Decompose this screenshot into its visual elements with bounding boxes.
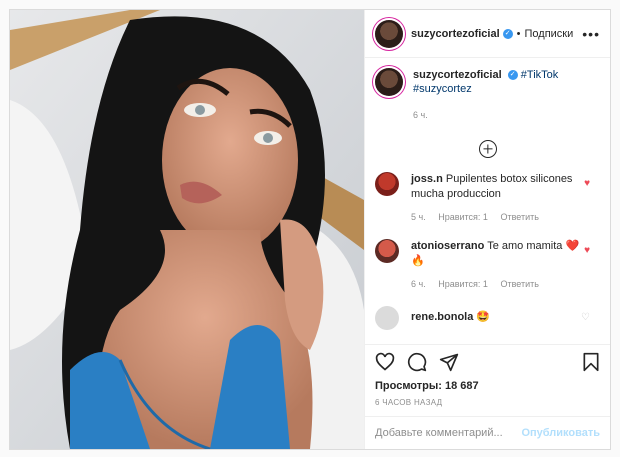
comment-reply-button[interactable]: Ответить [500, 279, 538, 289]
commenter-avatar[interactable] [375, 239, 399, 263]
commenter-avatar[interactable] [375, 306, 399, 330]
comment-username[interactable]: rene.bonola [411, 311, 473, 323]
post-timestamp[interactable]: 6 ЧАСОВ НАЗАД [375, 398, 442, 407]
heart-icon[interactable]: ♥ [584, 245, 590, 256]
comment-input[interactable] [375, 427, 522, 439]
comment-item: joss.n Pupilentes botox silicones mucha … [375, 172, 600, 225]
post-actions [365, 344, 610, 378]
caption-username[interactable]: suzycortezoficial [413, 69, 502, 81]
verified-badge-icon: ✓ [507, 70, 518, 81]
author-avatar[interactable] [375, 19, 403, 48]
comment-username[interactable]: atonioserrano [411, 240, 484, 252]
post-side-panel: suzycortezoficial ✓ • Подписки ••• suzyc… [364, 10, 610, 449]
verified-badge-icon: ✓ [502, 28, 513, 39]
like-heart-icon[interactable] [375, 352, 395, 372]
commenter-avatar[interactable] [375, 172, 399, 196]
comment-item: atonioserrano Te amo mamita ❤️ 🔥 6 ч. Нр… [375, 239, 600, 292]
plus-circle-icon[interactable] [478, 140, 497, 158]
share-icon[interactable] [439, 352, 459, 372]
post-header: suzycortezoficial ✓ • Подписки ••• [365, 10, 610, 58]
post-media[interactable] [10, 10, 364, 449]
bookmark-icon[interactable] [582, 352, 600, 372]
comment-time: 6 ч. [411, 279, 426, 289]
comments-list[interactable]: suzycortezoficial ✓ #TikTok #suzycortez … [365, 58, 610, 344]
caption-text: suzycortezoficial ✓ #TikTok #suzycortez [413, 68, 558, 96]
comment-likes[interactable]: Нравится: 1 [438, 212, 488, 222]
comment-meta: 6 ч. Нравится: 1 Ответить [411, 277, 581, 292]
more-options-icon[interactable]: ••• [582, 26, 600, 42]
load-more-comments[interactable] [375, 140, 600, 158]
comment-reply-button[interactable]: Ответить [500, 212, 538, 222]
hashtag-link[interactable]: #TikTok [521, 69, 559, 81]
comment-icon[interactable] [407, 352, 427, 372]
heart-outline-icon[interactable]: ♡ [581, 312, 590, 323]
author-username[interactable]: suzycortezoficial [411, 28, 500, 40]
post-photo [10, 10, 364, 449]
comment-time: 5 ч. [411, 212, 426, 222]
comment-meta: 5 ч. Нравится: 1 Ответить [411, 210, 581, 225]
add-comment-bar: Опубликовать [365, 416, 610, 449]
caption-avatar[interactable] [375, 68, 403, 96]
header-separator: • [516, 27, 521, 40]
publish-button[interactable]: Опубликовать [521, 427, 600, 439]
comment-text: 🤩 [476, 311, 491, 323]
view-count[interactable]: Просмотры: 18 687 [375, 380, 479, 392]
comment-item: rene.bonola 🤩 ♡ [375, 306, 600, 330]
comment-likes[interactable]: Нравится: 1 [438, 279, 488, 289]
caption-time: 6 ч. [413, 110, 428, 120]
post-modal: suzycortezoficial ✓ • Подписки ••• suzyc… [9, 9, 611, 450]
hashtag-link[interactable]: #suzycortez [413, 83, 472, 95]
comment-username[interactable]: joss.n [411, 173, 443, 185]
heart-icon[interactable]: ♥ [584, 178, 590, 189]
post-caption: suzycortezoficial ✓ #TikTok #suzycortez [375, 68, 600, 96]
following-button[interactable]: Подписки [525, 28, 574, 40]
